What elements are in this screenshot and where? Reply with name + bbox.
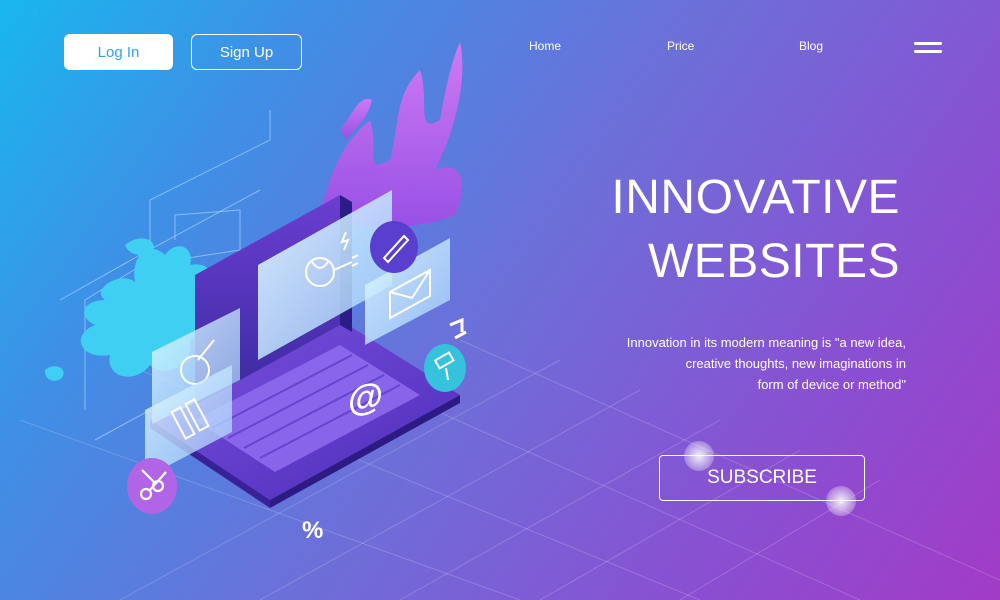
puzzle-icon	[449, 317, 467, 340]
percent-symbol: %	[302, 517, 323, 544]
hero-title-line2: WEBSITES	[647, 235, 900, 288]
hero-description: Innovation in its modern meaning is "a n…	[586, 332, 906, 395]
pencil-badge	[370, 221, 418, 273]
description-line-1: Innovation in its modern meaning is "a n…	[626, 335, 906, 350]
hero-title-line1: INNOVATIVE	[611, 171, 900, 224]
roller-badge	[424, 344, 466, 392]
scissors-badge	[127, 458, 177, 514]
subscribe-button[interactable]: SUBSCRIBE	[659, 455, 865, 501]
at-symbol: @	[348, 374, 383, 421]
description-line-3: form of device or method"	[757, 377, 906, 392]
description-line-2: creative thoughts, new imaginations in	[685, 356, 906, 371]
